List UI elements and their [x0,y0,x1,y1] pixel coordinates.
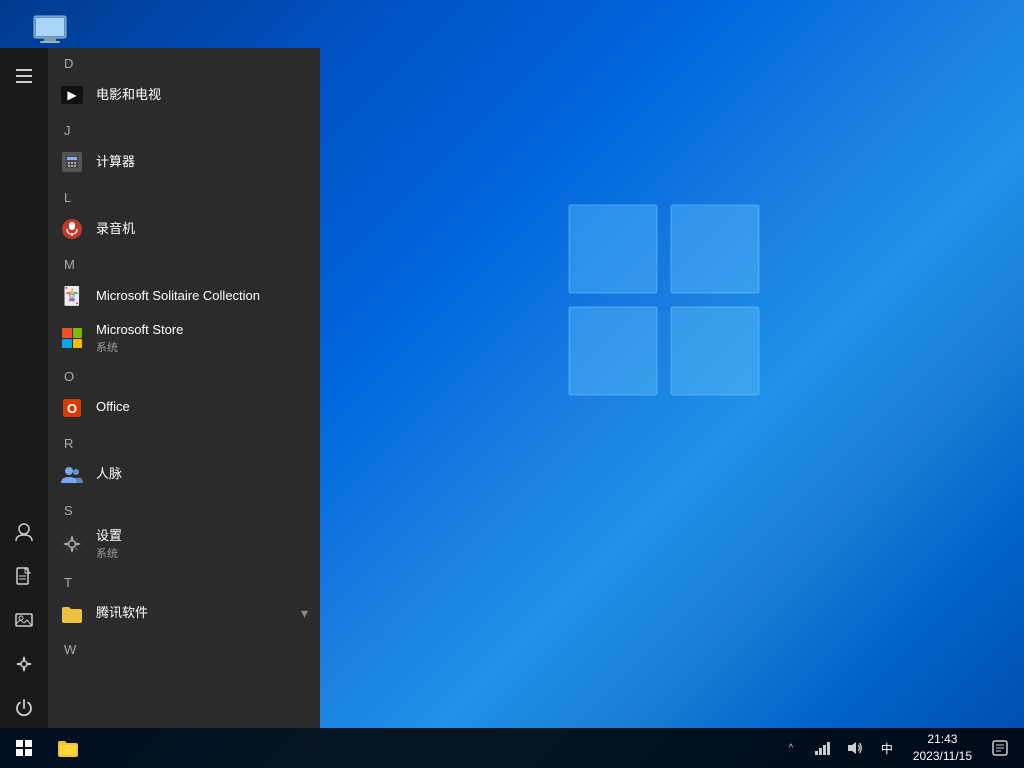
start-menu: D ▶ 电影和电视 J [0,48,320,728]
calculator-label: 计算器 [96,154,135,171]
section-letter-o: O [48,361,320,388]
file-explorer-icon [57,739,79,757]
clock-button[interactable]: 21:43 2023/11/15 [905,728,980,768]
ms-store-label: Microsoft Store [96,322,183,339]
solitaire-icon: 🃏 [60,284,84,308]
section-letter-t: T [48,567,320,594]
app-item-solitaire[interactable]: 🃏 Microsoft Solitaire Collection [48,276,320,316]
notification-center-button[interactable] [984,728,1016,768]
file-icon [16,567,32,585]
app-item-office[interactable]: O Office [48,388,320,428]
people-label: 人脉 [96,466,122,483]
user-account-button[interactable] [4,512,44,552]
gear-icon [15,655,33,673]
section-letter-j: J [48,115,320,142]
windows-logo-desktop [564,200,764,400]
recorder-icon [60,217,84,241]
app-item-tencent[interactable]: 腾讯软件 ▾ [48,594,320,634]
hamburger-icon [16,69,32,83]
power-button[interactable] [4,688,44,728]
app-item-recorder[interactable]: 录音机 [48,209,320,249]
section-letter-d: D [48,48,320,75]
tencent-label: 腾讯软件 [96,605,148,622]
office-label: Office [96,399,130,416]
start-button[interactable] [0,728,48,768]
solitaire-label: Microsoft Solitaire Collection [96,288,260,305]
settings-app-icon [60,532,84,556]
ms-store-sub: 系统 [96,339,183,355]
movies-tv-label: 电影和电视 [96,87,161,104]
chevron-icon: ^ [788,743,793,754]
section-letter-m: M [48,249,320,276]
network-icon-button[interactable] [809,728,837,768]
start-sidebar [0,48,48,728]
recorder-label: 录音机 [96,221,135,238]
notification-icon [992,740,1008,756]
app-item-movies-tv[interactable]: ▶ 电影和电视 [48,75,320,115]
volume-icon-button[interactable] [841,728,869,768]
system-tray: ^ 中 [769,728,1024,768]
office-icon: O [60,396,84,420]
section-letter-w: W [48,634,320,661]
movies-tv-icon: ▶ [60,83,84,107]
app-item-ms-store[interactable]: Microsoft Store 系统 [48,316,320,361]
app-item-settings[interactable]: 设置 系统 [48,522,320,567]
section-letter-s: S [48,495,320,522]
start-app-list: D ▶ 电影和电视 J [48,48,320,728]
language-indicator[interactable]: 中 [873,728,901,768]
windows-logo-icon [16,740,32,756]
show-hidden-icons-button[interactable]: ^ [777,728,805,768]
this-pc-icon [30,14,70,46]
calculator-icon [60,150,84,174]
people-icon [60,463,84,487]
settings-sub: 系统 [96,545,122,561]
user-icon [15,523,33,541]
date-display: 2023/11/15 [913,748,972,765]
svg-text:O: O [67,401,77,416]
app-item-calculator[interactable]: 计算器 [48,142,320,182]
power-icon [15,699,33,717]
section-letter-l: L [48,182,320,209]
ms-store-icon [60,326,84,350]
language-label: 中 [881,740,893,757]
network-icon [815,741,831,755]
documents-button[interactable] [4,556,44,596]
app-item-people[interactable]: 人脉 [48,455,320,495]
volume-icon [847,741,863,755]
section-letter-r: R [48,428,320,455]
taskbar: ^ 中 [0,728,1024,768]
file-explorer-taskbar-button[interactable] [48,728,88,768]
photo-icon [15,612,33,628]
tencent-expand-icon: ▾ [301,605,308,622]
time-display: 21:43 [927,731,957,748]
photos-button[interactable] [4,600,44,640]
desktop: 此电脑 [0,0,1024,768]
tencent-folder-icon [60,602,84,626]
settings-label: 设置 [96,528,122,545]
settings-sidebar-button[interactable] [4,644,44,684]
hamburger-menu-button[interactable] [4,56,44,96]
